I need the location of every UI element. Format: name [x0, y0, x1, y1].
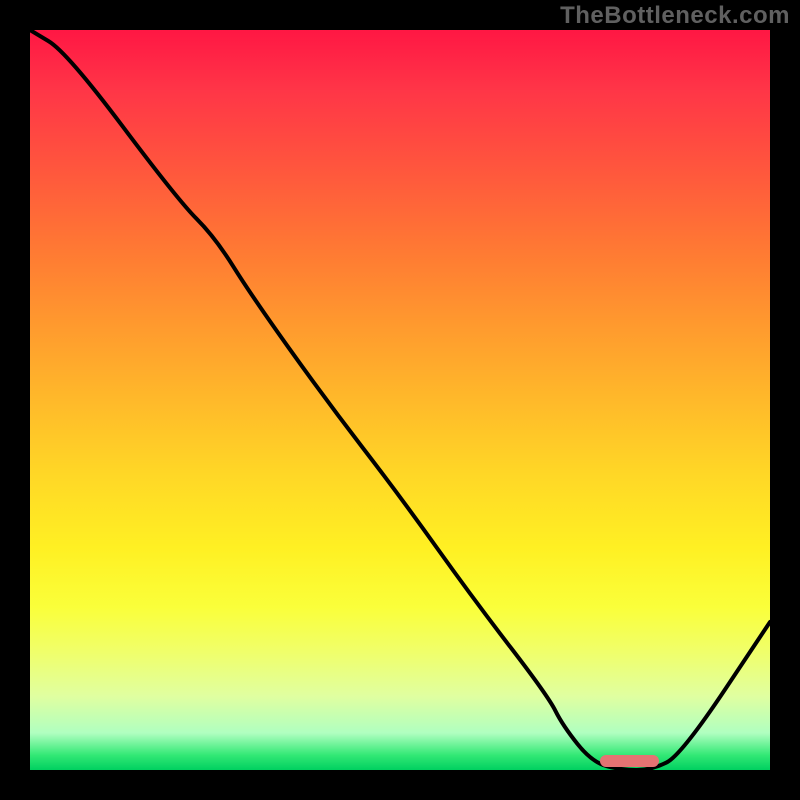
chart-frame: TheBottleneck.com [0, 0, 800, 800]
optimal-marker [600, 755, 659, 767]
watermark-text: TheBottleneck.com [560, 2, 790, 30]
bottleneck-curve [30, 30, 770, 770]
plot-area [30, 30, 770, 770]
curve-svg [30, 30, 770, 770]
